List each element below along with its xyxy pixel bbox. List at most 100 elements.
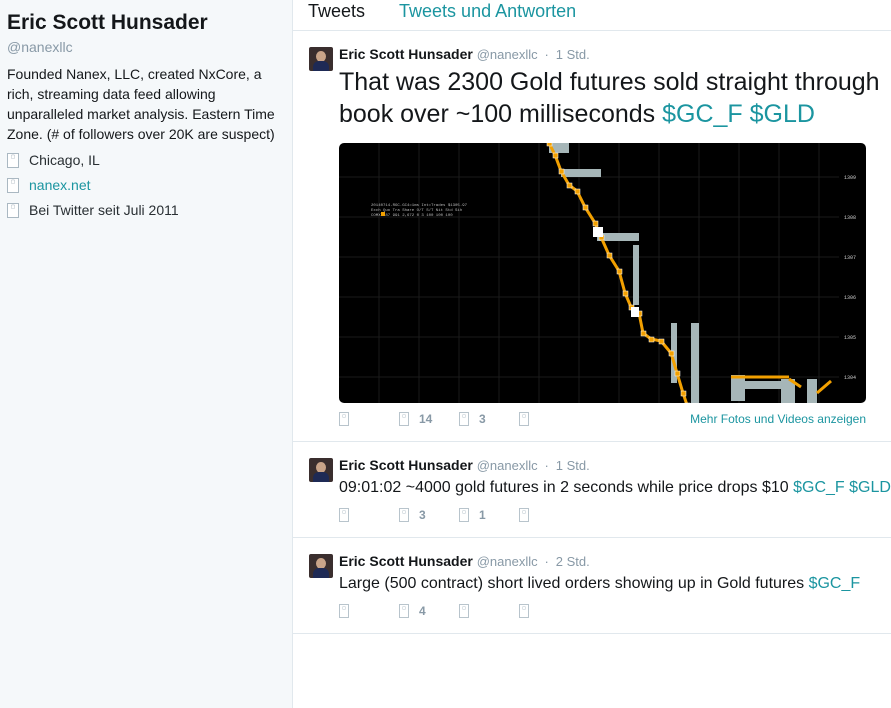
star-icon: ▢	[459, 412, 469, 426]
tab-tweets-and-replies[interactable]: Tweets und Antworten	[399, 0, 576, 30]
tweet-timestamp[interactable]: 1 Std.	[556, 47, 590, 62]
y-tick-label: 1308	[844, 215, 856, 221]
quote-box	[561, 169, 601, 177]
profile-name[interactable]: Eric Scott Hunsader	[7, 8, 292, 38]
trade-marker	[546, 143, 553, 147]
highlight-box	[593, 227, 603, 237]
quote-box	[807, 379, 817, 403]
favorite-count: 3	[479, 412, 486, 426]
avatar[interactable]	[309, 554, 333, 578]
trade-marker	[606, 252, 613, 259]
trade-marker	[674, 370, 681, 377]
tweet-text: Large (500 contract) short lived orders …	[339, 573, 891, 595]
y-tick-label: 1306	[844, 295, 856, 301]
tweet-timestamp[interactable]: 2 Std.	[556, 554, 590, 569]
tweet-media-chart[interactable]: 1309 1308 1307 1306 1305 1304 20140714-RGC.GC4…	[339, 143, 866, 403]
tweet-actions: ▢ ▢ 14 ▢ 3 ▢ Mehr Fotos und Videos anzeige…	[339, 403, 891, 435]
favorite-count: 1	[479, 508, 486, 522]
tweet-author-handle[interactable]: @nanexllc	[477, 554, 538, 569]
cashtag-links[interactable]: $GC_F	[809, 575, 861, 592]
cashtag-links[interactable]: $GC_F $GLD	[793, 479, 891, 496]
tweet-timestamp[interactable]: 1 Std.	[556, 458, 590, 473]
tweet-text-body: Large (500 contract) short lived orders …	[339, 575, 809, 592]
y-tick-label: 1307	[844, 255, 856, 261]
trade-marker	[640, 330, 647, 337]
tweet-author-name[interactable]: Eric Scott Hunsader	[339, 457, 473, 473]
separator-dot: ·	[544, 47, 549, 62]
trade-marker	[574, 188, 581, 195]
more-media-link[interactable]: Mehr Fotos und Videos anzeigen	[690, 412, 866, 426]
trade-marker	[658, 338, 665, 345]
more-icon: ▢	[519, 604, 529, 618]
tweet-author-handle[interactable]: @nanexllc	[477, 458, 538, 473]
favorite-action[interactable]: ▢ 3	[459, 412, 519, 426]
cashtag-links[interactable]: $GC_F $GLD	[662, 100, 815, 128]
tweet-header: Eric Scott Hunsader @nanexllc · 1 Std.	[339, 45, 891, 64]
trade-marker	[648, 336, 655, 343]
tab-tweets[interactable]: Tweets	[308, 0, 365, 30]
profile-handle[interactable]: @nanexllc	[7, 39, 292, 55]
tweet[interactable]: Eric Scott Hunsader @nanexllc · 1 Std. 0…	[293, 442, 891, 538]
tweet-author-handle[interactable]: @nanexllc	[477, 47, 538, 62]
reply-icon: ▢	[339, 412, 349, 426]
separator-dot: ·	[544, 554, 549, 569]
tweet[interactable]: Eric Scott Hunsader @nanexllc · 1 Std. T…	[293, 31, 891, 442]
tweet[interactable]: Eric Scott Hunsader @nanexllc · 2 Std. L…	[293, 538, 891, 634]
tweet-text: 09:01:02 ~4000 gold futures in 2 seconds…	[339, 477, 891, 499]
y-tick-label: 1304	[844, 375, 856, 381]
trade-marker	[582, 204, 589, 211]
profile-joined-text: Bei Twitter seit Juli 2011	[29, 202, 179, 218]
tweet-actions: ▢ ▢ 3 ▢ 1 ▢	[339, 499, 891, 531]
profile-sidebar: Eric Scott Hunsader @nanexllc Founded Na…	[0, 0, 292, 708]
profile-tabs: Tweets Tweets und Antworten	[293, 0, 891, 31]
reply-action[interactable]: ▢	[339, 412, 399, 426]
retweet-action[interactable]: ▢ 3	[399, 508, 459, 522]
profile-website: ▢ nanex.net	[7, 176, 292, 194]
quote-box	[691, 323, 699, 403]
trade-marker	[680, 390, 687, 397]
reply-icon: ▢	[339, 604, 349, 618]
calendar-icon: ▢	[7, 202, 19, 218]
reply-icon: ▢	[339, 508, 349, 522]
profile-location: ▢ Chicago, IL	[7, 151, 292, 169]
trade-marker	[592, 220, 599, 227]
retweet-action[interactable]: ▢ 4	[399, 604, 459, 618]
separator-dot: ·	[544, 458, 549, 473]
retweet-count: 14	[419, 412, 433, 426]
retweet-count: 4	[419, 604, 426, 618]
retweet-icon: ▢	[399, 508, 409, 522]
tweet-author-name[interactable]: Eric Scott Hunsader	[339, 46, 473, 62]
more-action[interactable]: ▢	[519, 412, 579, 426]
more-icon: ▢	[519, 508, 529, 522]
more-action[interactable]: ▢	[519, 604, 579, 618]
highlight-box	[631, 307, 639, 317]
tweet-text: That was 2300 Gold futures sold straight…	[339, 66, 891, 130]
reply-action[interactable]: ▢	[339, 508, 399, 522]
trade-marker	[616, 268, 623, 275]
tweet-author-name[interactable]: Eric Scott Hunsader	[339, 553, 473, 569]
favorite-action[interactable]: ▢	[459, 604, 519, 618]
tweet-text-body: 09:01:02 ~4000 gold futures in 2 seconds…	[339, 479, 794, 496]
retweet-icon: ▢	[399, 412, 409, 426]
quote-box	[633, 245, 639, 305]
location-icon: ▢	[7, 152, 19, 168]
avatar[interactable]	[309, 458, 333, 482]
trade-marker	[552, 152, 559, 159]
star-icon: ▢	[459, 604, 469, 618]
tweet-header: Eric Scott Hunsader @nanexllc · 2 Std.	[339, 552, 891, 571]
link-icon: ▢	[7, 177, 19, 193]
y-tick-label: 1309	[844, 175, 856, 181]
reply-action[interactable]: ▢	[339, 604, 399, 618]
retweet-count: 3	[419, 508, 426, 522]
retweet-action[interactable]: ▢ 14	[399, 412, 459, 426]
favorite-action[interactable]: ▢ 1	[459, 508, 519, 522]
profile-website-link[interactable]: nanex.net	[29, 176, 91, 194]
more-icon: ▢	[519, 412, 529, 426]
y-tick-label: 1305	[844, 335, 856, 341]
avatar[interactable]	[309, 47, 333, 71]
profile-joined: ▢ Bei Twitter seit Juli 2011	[7, 201, 292, 219]
trade-chart-image: 1309 1308 1307 1306 1305 1304 20140714-RGC.GC4…	[339, 143, 856, 403]
trade-marker	[622, 290, 629, 297]
retweet-icon: ▢	[399, 604, 409, 618]
more-action[interactable]: ▢	[519, 508, 579, 522]
